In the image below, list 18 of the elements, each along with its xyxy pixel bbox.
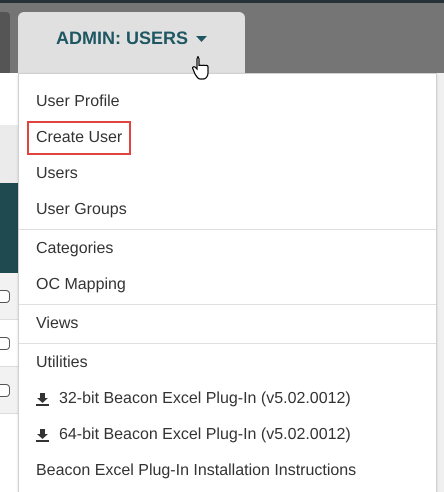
menu-item[interactable]: 64-bit Beacon Excel Plug-In (v5.02.0012) — [27, 418, 360, 452]
menu-item[interactable]: 32-bit Beacon Excel Plug-In (v5.02.0012) — [27, 382, 360, 416]
menu-item[interactable]: Create User — [27, 121, 132, 155]
menu-item[interactable]: User Profile — [27, 85, 129, 119]
menu-item[interactable]: Views — [27, 307, 88, 341]
menu-item[interactable]: Beacon Excel Plug-In Installation Instructions — [27, 454, 366, 488]
checkbox[interactable] — [0, 290, 10, 302]
menu-item[interactable]: Categories — [27, 232, 122, 266]
menu-item[interactable]: Utilities — [27, 346, 97, 380]
checkbox[interactable] — [0, 336, 10, 350]
menu-item[interactable]: User Groups — [27, 193, 136, 227]
download-icon — [36, 392, 49, 406]
download-icon — [36, 428, 49, 442]
caret-icon — [196, 36, 207, 42]
nav-tab[interactable]: ADMIN: USERS — [18, 12, 245, 73]
menu-item[interactable]: OC Mapping — [27, 268, 135, 302]
checkbox[interactable] — [0, 384, 10, 396]
menu-item[interactable]: Users — [27, 157, 87, 191]
